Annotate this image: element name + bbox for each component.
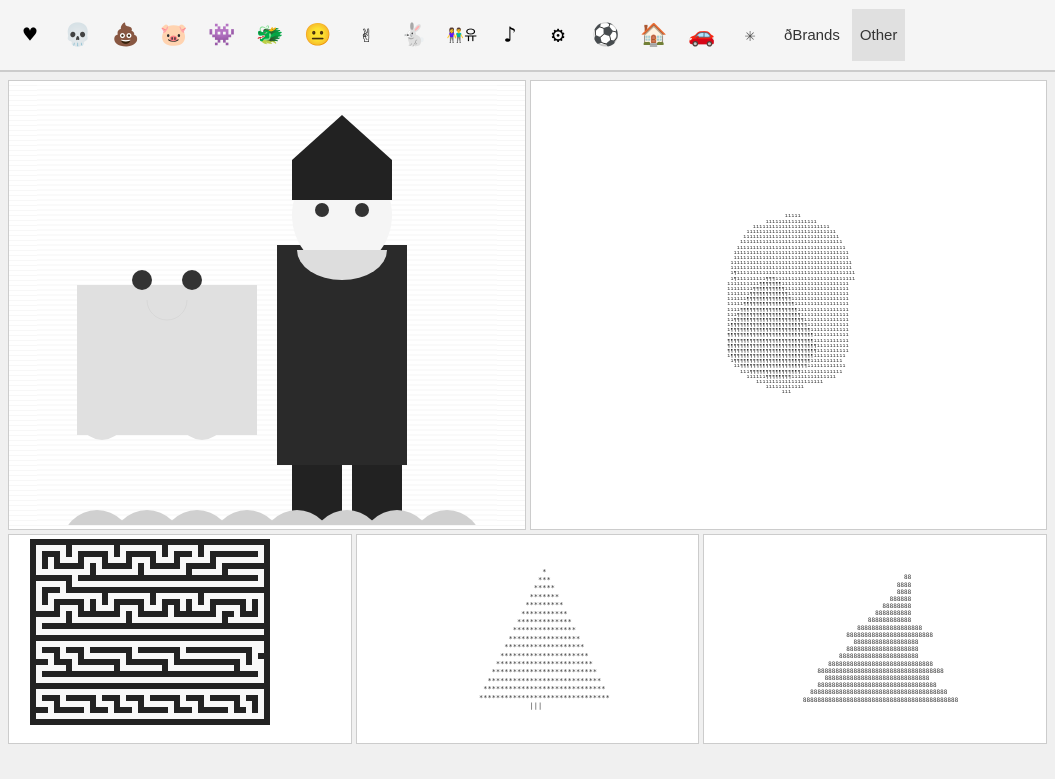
tree-panel: * *** ***** ******* ********* **********… <box>356 534 700 744</box>
nav-car[interactable]: 🚗 <box>680 9 724 61</box>
music-icon: ♪ <box>503 23 516 48</box>
dragon-icon: 🐲 <box>256 23 283 48</box>
nav-brands[interactable]: ðBrands <box>776 9 848 61</box>
skull-icon: 💀 <box>64 23 91 48</box>
nav-peace[interactable]: ✌ <box>344 9 388 61</box>
snowflake-icon: ✳ <box>745 25 756 46</box>
maze-panel <box>8 534 352 744</box>
nav-other[interactable]: Other <box>852 9 906 61</box>
nav-gear[interactable]: ⚙ <box>536 9 580 61</box>
other-label: Other <box>860 27 898 44</box>
eights-art: 88 8888 8888 888888 88888888 8888888888 … <box>792 574 958 703</box>
nav-smiley[interactable]: 😐 <box>296 9 340 61</box>
maze-canvas <box>30 539 330 739</box>
tree-art: * *** ***** ******* ********* **********… <box>445 568 609 711</box>
tree-wrapper: * *** ***** ******* ********* **********… <box>357 535 699 743</box>
santa-ghost-panel <box>8 80 526 530</box>
nav-pig[interactable]: 🐷 <box>152 9 196 61</box>
maze-wrapper <box>9 535 351 743</box>
peace-icon: ✌ <box>359 23 372 48</box>
heart-icon: ♥ <box>23 23 36 48</box>
brands-label: ðBrands <box>784 27 840 44</box>
rabbit-icon: 🐇 <box>400 23 427 48</box>
monster-icon: 👾 <box>208 23 235 48</box>
house-icon: 🏠 <box>640 23 667 48</box>
nav-skull[interactable]: 💀 <box>56 9 100 61</box>
soccer-ball-wrapper: 11111 1111111111111111 11111111111111111… <box>531 81 1047 529</box>
santa-ghost-canvas <box>37 85 497 525</box>
santa-ghost-wrapper <box>9 81 525 529</box>
nav-soccer[interactable]: ⚽ <box>584 9 628 61</box>
top-grid: 11111 1111111111111111 11111111111111111… <box>8 80 1047 530</box>
emoji-navbar: ♥ 💀 💩 🐷 👾 🐲 😐 ✌ 🐇 👫유 ♪ ⚙ ⚽ 🏠 🚗 ✳ <box>0 0 1055 72</box>
smiley-icon: 😐 <box>304 23 331 48</box>
bottom-grid: * *** ***** ******* ********* **********… <box>8 534 1047 744</box>
soccer-icon: ⚽ <box>592 23 619 48</box>
soccer-ball-panel: 11111 1111111111111111 11111111111111111… <box>530 80 1048 530</box>
poop-icon: 💩 <box>112 23 139 48</box>
car-icon: 🚗 <box>688 23 715 48</box>
nav-snowflake[interactable]: ✳ <box>728 9 772 61</box>
nav-heart[interactable]: ♥ <box>8 9 52 61</box>
pig-icon: 🐷 <box>160 23 187 48</box>
eights-wrapper: 88 8888 8888 888888 88888888 8888888888 … <box>704 535 1046 743</box>
nav-house[interactable]: 🏠 <box>632 9 676 61</box>
soccer-art: 11111 1111111111111111 11111111111111111… <box>721 214 855 395</box>
nav-dragon[interactable]: 🐲 <box>248 9 292 61</box>
nav-rabbit[interactable]: 🐇 <box>392 9 436 61</box>
nav-poop[interactable]: 💩 <box>104 9 148 61</box>
eights-panel: 88 8888 8888 888888 88888888 8888888888 … <box>703 534 1047 744</box>
nav-music[interactable]: ♪ <box>488 9 532 61</box>
main-content: 11111 1111111111111111 11111111111111111… <box>0 72 1055 779</box>
people-icon: 👫유 <box>447 25 477 45</box>
gear-icon: ⚙ <box>551 23 564 48</box>
nav-monster[interactable]: 👾 <box>200 9 244 61</box>
nav-people[interactable]: 👫유 <box>440 9 484 61</box>
